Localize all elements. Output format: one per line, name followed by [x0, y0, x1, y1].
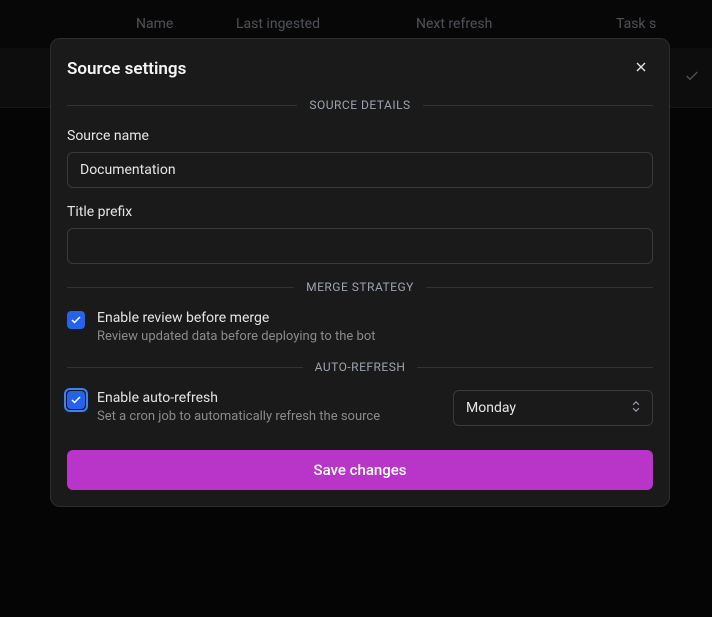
source-name-label: Source name [67, 128, 653, 144]
close-button[interactable] [629, 55, 653, 82]
save-changes-button[interactable]: Save changes [67, 450, 653, 490]
source-settings-modal: Source settings SOURCE DETAILS Source na… [50, 38, 670, 507]
close-icon [633, 59, 649, 78]
refresh-day-select[interactable]: Monday [453, 390, 653, 426]
section-source-details: SOURCE DETAILS [67, 98, 653, 112]
review-merge-title: Enable review before merge [97, 310, 653, 326]
section-auto-refresh: AUTO-REFRESH [67, 360, 653, 374]
source-name-input[interactable] [67, 152, 653, 188]
section-merge-strategy: MERGE STRATEGY [67, 280, 653, 294]
title-prefix-input[interactable] [67, 228, 653, 264]
review-merge-checkbox[interactable] [67, 311, 85, 329]
auto-refresh-checkbox[interactable] [67, 391, 85, 409]
auto-refresh-title: Enable auto-refresh [97, 390, 437, 406]
review-merge-desc: Review updated data before deploying to … [97, 329, 653, 344]
modal-title: Source settings [67, 59, 186, 79]
title-prefix-label: Title prefix [67, 204, 653, 220]
auto-refresh-desc: Set a cron job to automatically refresh … [97, 409, 437, 424]
